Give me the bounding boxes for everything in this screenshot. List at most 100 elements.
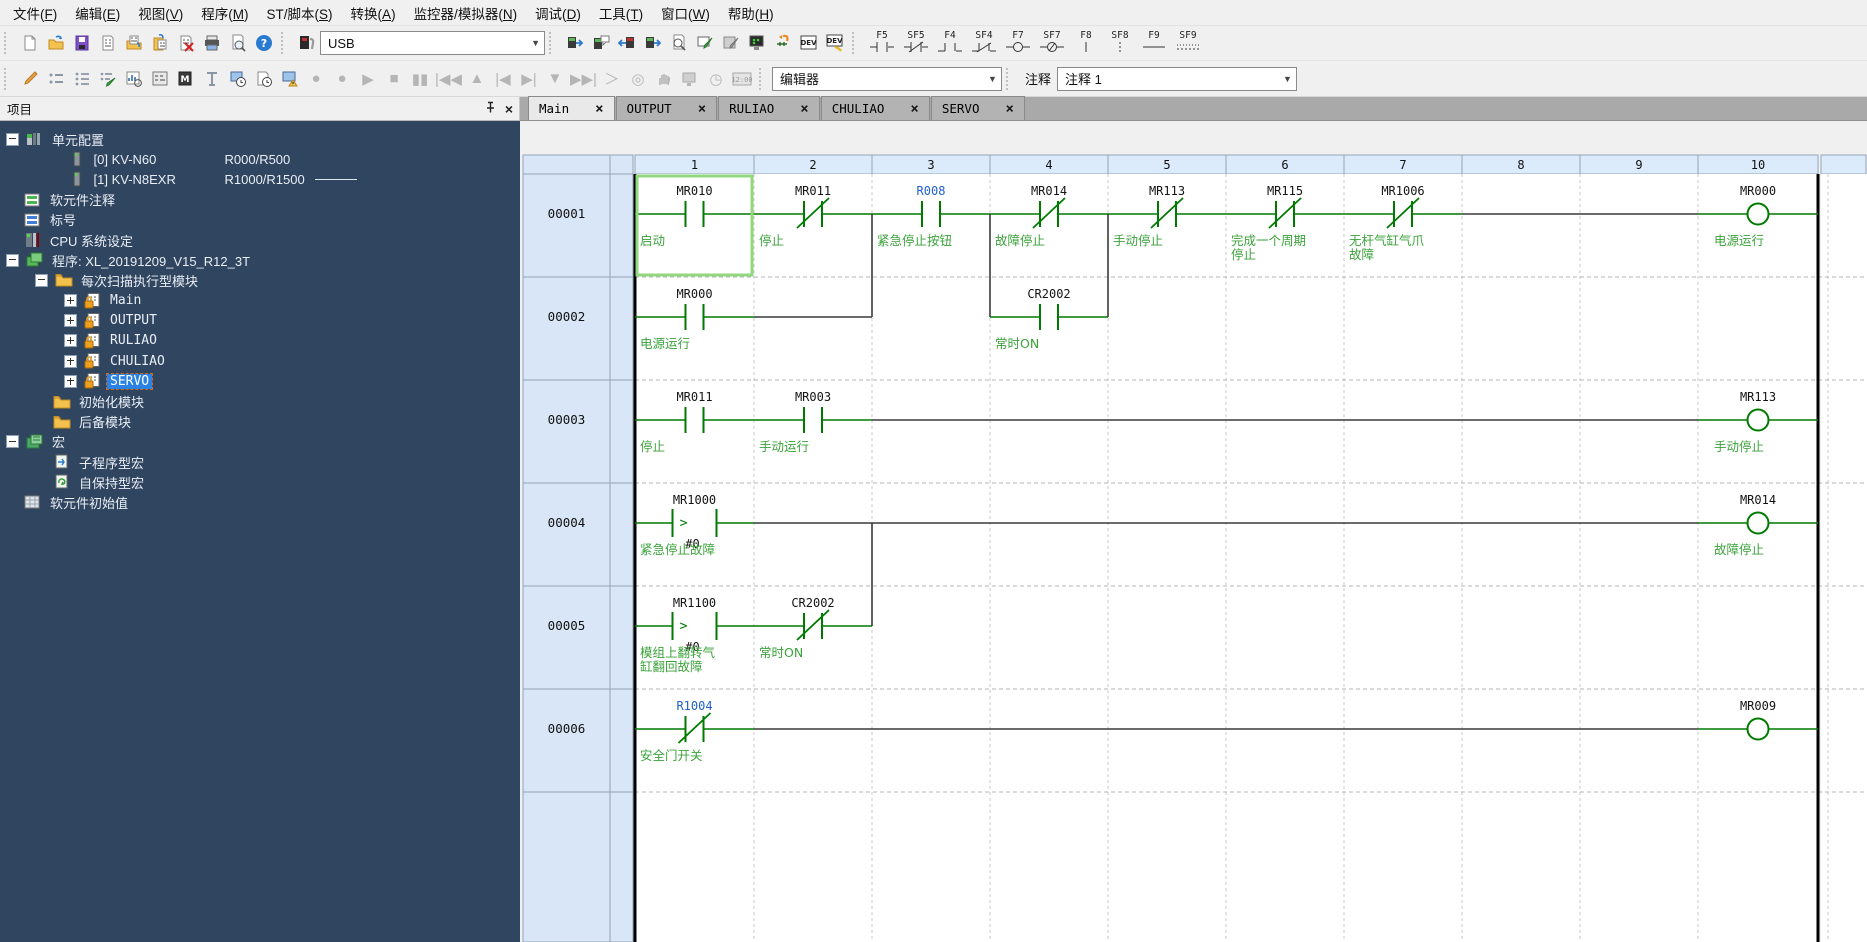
- coil-MR000[interactable]: [1746, 202, 1770, 226]
- tab-output[interactable]: OUTPUT ×: [615, 96, 718, 120]
- ladder-paste-icon[interactable]: [147, 30, 173, 56]
- rung-area[interactable]: [635, 277, 1818, 380]
- menu-6[interactable]: 转换(A): [342, 0, 405, 26]
- menu-10[interactable]: 窗口(W): [652, 0, 719, 26]
- ladder-monitor-icon[interactable]: [147, 66, 173, 92]
- step-back-icon[interactable]: |◀: [490, 67, 516, 91]
- menu-7[interactable]: 监控器/模拟器(N): [405, 0, 527, 26]
- ladder-delete-icon[interactable]: [173, 30, 199, 56]
- watch-doc-icon[interactable]: [251, 66, 277, 92]
- expand-icon[interactable]: [64, 334, 77, 348]
- print-icon[interactable]: [199, 30, 225, 56]
- fkey-f8-button[interactable]: F8: [1069, 29, 1103, 57]
- collapse-icon[interactable]: [6, 132, 19, 146]
- tab-chuliao[interactable]: CHULIAO ×: [820, 96, 930, 120]
- expand-icon[interactable]: [64, 314, 77, 328]
- tree-item--[interactable]: 后备模块: [0, 412, 520, 432]
- close-tab-icon[interactable]: ×: [595, 101, 603, 117]
- find-doc-icon[interactable]: [666, 30, 692, 56]
- connection-combo[interactable]: USB ▼: [320, 31, 545, 55]
- time-chart-icon[interactable]: 12:00: [729, 67, 755, 91]
- tree-item--[interactable]: 初始化模块: [0, 391, 520, 411]
- fkey-f5-button[interactable]: F5: [865, 29, 899, 57]
- tree-item--[interactable]: 子程序型宏: [0, 452, 520, 472]
- fkey-sf5-button[interactable]: SF5: [899, 29, 933, 57]
- coil-MR009[interactable]: [1746, 717, 1770, 741]
- ladder-diagram[interactable]: 1 2 3 4 5 6 7 8 9 10 00001 MR010 启动 MR011 停止 R008 紧急停止按钮…: [520, 121, 1867, 942]
- collapse-icon[interactable]: [6, 253, 19, 267]
- menu-3[interactable]: 视图(V): [129, 0, 192, 26]
- expand-icon[interactable]: [64, 294, 77, 308]
- tree-item-cpu-[interactable]: CPU 系统设定: [0, 230, 520, 250]
- coil-MR014[interactable]: [1746, 511, 1770, 535]
- dev-doc-icon[interactable]: DEV: [796, 30, 822, 56]
- skip-start-icon[interactable]: |◀◀: [433, 67, 464, 91]
- expand-icon[interactable]: [64, 374, 77, 388]
- tree-item-servo[interactable]: SERVO: [0, 371, 520, 391]
- pole-tool-icon[interactable]: [199, 66, 225, 92]
- comment-set-combo[interactable]: 注释 1 ▼: [1056, 66, 1297, 91]
- skip-end-icon[interactable]: ▶▶|: [568, 67, 599, 91]
- step-up-icon[interactable]: ▲: [464, 67, 490, 91]
- stopwatch-icon[interactable]: ◷: [703, 67, 729, 91]
- tree-item--1-kv-n8exr[interactable]: [1] KV-N8EXR R1000/R1500: [0, 169, 520, 189]
- coil-MR113[interactable]: [1746, 408, 1770, 432]
- menu-4[interactable]: 程序(M): [192, 0, 257, 26]
- transfer-setup-icon[interactable]: [294, 30, 320, 56]
- edit-pencil-icon[interactable]: [17, 66, 43, 92]
- menu-9[interactable]: 工具(T): [590, 0, 652, 26]
- menu-5[interactable]: ST/脚本(S): [258, 0, 342, 26]
- pause-hand-icon[interactable]: [651, 67, 677, 91]
- collapse-icon[interactable]: [6, 435, 19, 449]
- advance-icon[interactable]: ＞: [599, 67, 625, 91]
- step-forward-icon[interactable]: ▶|: [516, 67, 542, 91]
- tree-item--[interactable]: 标号: [0, 210, 520, 230]
- open-project-icon[interactable]: [43, 30, 69, 56]
- device-comment-list2-icon[interactable]: [69, 66, 95, 92]
- editor-mode-combo[interactable]: 编辑器 ▼: [771, 66, 1002, 91]
- record2-icon[interactable]: ●: [329, 67, 355, 91]
- tree-item--[interactable]: 自保持型宏: [0, 472, 520, 492]
- pause-icon[interactable]: ▮▮: [407, 67, 433, 91]
- fkey-f9-button[interactable]: F9: [1137, 29, 1171, 57]
- usage-list-icon[interactable]: [121, 66, 147, 92]
- pc-to-plc-icon[interactable]: [562, 30, 588, 56]
- tree-item--0-kv-n60[interactable]: [0] KV-N60 R000/R500: [0, 149, 520, 169]
- close-tab-icon[interactable]: ×: [698, 101, 706, 117]
- fkey-sf8-button[interactable]: SF8: [1103, 29, 1137, 57]
- fkey-f7-button[interactable]: F7: [1001, 29, 1035, 57]
- print-preview-icon[interactable]: [225, 30, 251, 56]
- ladder-replace-icon[interactable]: [770, 30, 796, 56]
- plc-write-icon[interactable]: [640, 30, 666, 56]
- menu-1[interactable]: 文件(F): [4, 0, 66, 26]
- tree-item-ruliao[interactable]: RULIAO: [0, 331, 520, 351]
- new-file-icon[interactable]: [17, 30, 43, 56]
- help-icon[interactable]: ?: [251, 30, 277, 56]
- tree-item--[interactable]: 宏: [0, 432, 520, 452]
- menu-8[interactable]: 调试(D): [526, 0, 590, 26]
- fkey-sf4-button[interactable]: SF4: [967, 29, 1001, 57]
- monitor-alert-icon[interactable]: [277, 66, 303, 92]
- edit-comment-icon[interactable]: [95, 66, 121, 92]
- tree-item--[interactable]: 软元件注释: [0, 190, 520, 210]
- tree-item--xl-20191209-v15-r12-3t[interactable]: 程序: XL_20191209_V15_R12_3T: [0, 250, 520, 270]
- close-tab-icon[interactable]: ×: [1006, 101, 1014, 117]
- watch-window-icon[interactable]: [225, 66, 251, 92]
- offline-edit-icon[interactable]: [718, 30, 744, 56]
- tree-item--[interactable]: 每次扫描执行型模块: [0, 270, 520, 290]
- script-monitor-icon[interactable]: M: [173, 66, 199, 92]
- collapse-icon[interactable]: [35, 273, 48, 287]
- pin-icon[interactable]: [484, 101, 497, 116]
- ladder-editor[interactable]: 1 2 3 4 5 6 7 8 9 10 00001 MR010 启动 MR011 停止 R008 紧急停止按钮…: [520, 121, 1867, 942]
- close-panel-icon[interactable]: ×: [505, 102, 513, 116]
- simulator-icon[interactable]: [744, 30, 770, 56]
- step-down-icon[interactable]: ▼: [542, 67, 568, 91]
- plc-comment-icon[interactable]: [588, 30, 614, 56]
- ladder-open-icon[interactable]: [121, 30, 147, 56]
- play-icon[interactable]: ▶: [355, 67, 381, 91]
- tab-main[interactable]: Main ×: [528, 96, 615, 120]
- tab-ruliao[interactable]: RULIAO ×: [718, 96, 820, 120]
- tree-item-chuliao[interactable]: CHULIAO: [0, 351, 520, 371]
- plc-read-icon[interactable]: [614, 30, 640, 56]
- monitor-run-icon[interactable]: [677, 67, 703, 91]
